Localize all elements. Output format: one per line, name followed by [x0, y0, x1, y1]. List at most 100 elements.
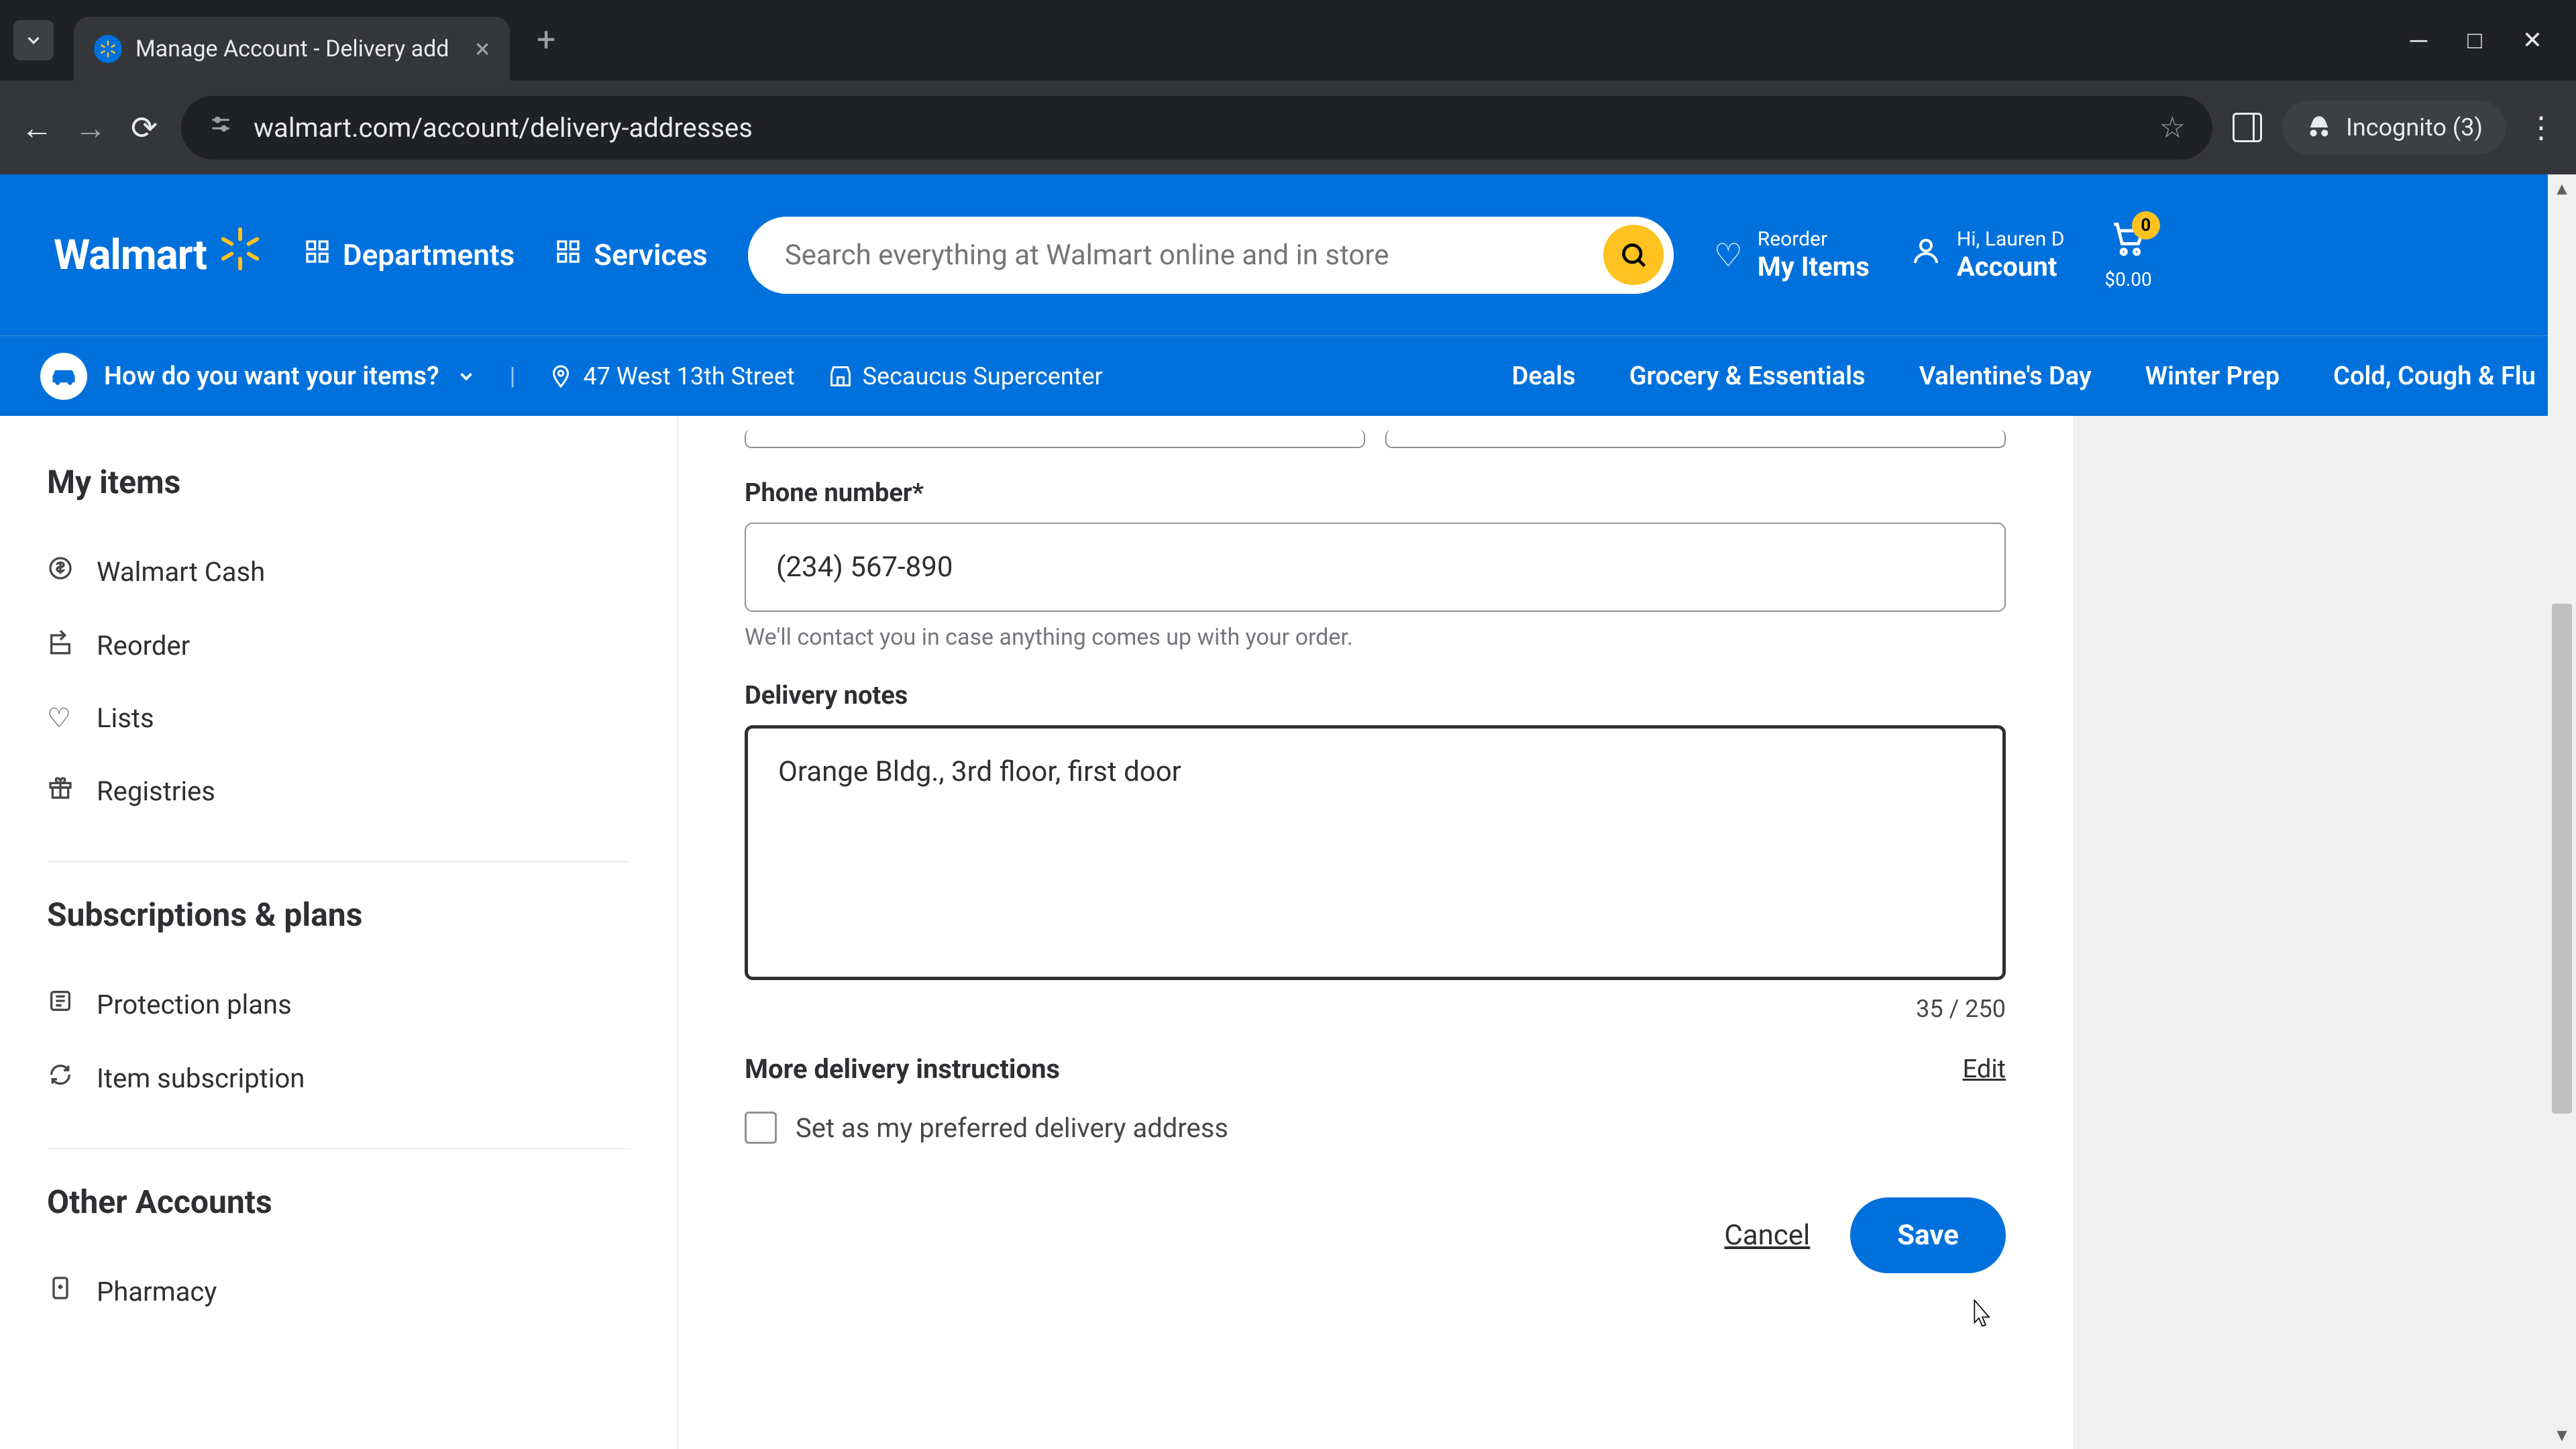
- heart-icon: ♡: [47, 702, 76, 734]
- notes-label: Delivery notes: [745, 681, 2006, 710]
- user-icon: [1910, 235, 1942, 275]
- site-settings-icon[interactable]: [208, 111, 233, 144]
- partial-input-left[interactable]: [745, 429, 1365, 448]
- side-panel-button[interactable]: [2233, 113, 2262, 142]
- scroll-thumb[interactable]: [2552, 604, 2572, 1114]
- car-icon: [40, 353, 87, 400]
- search-input[interactable]: [785, 239, 1603, 272]
- sidebar-heading-subscriptions: Subscriptions & plans: [47, 896, 630, 934]
- services-icon: [555, 238, 582, 272]
- pin-icon: [549, 364, 573, 388]
- scroll-down-arrow[interactable]: ▼: [2548, 1421, 2576, 1449]
- address-text: 47 West 13th Street: [583, 362, 794, 390]
- reload-button[interactable]: ⟳: [127, 109, 161, 147]
- url-text: walmart.com/account/delivery-addresses: [254, 112, 2139, 144]
- reorder-icon: [47, 629, 76, 662]
- phone-input[interactable]: [745, 523, 2006, 612]
- reorder-link[interactable]: ♡ Reorder My Items: [1714, 227, 1870, 282]
- sidebar-label: Protection plans: [97, 989, 292, 1020]
- services-button[interactable]: Services: [555, 237, 707, 272]
- scroll-up-arrow[interactable]: ▲: [2548, 174, 2576, 203]
- search-button[interactable]: [1603, 225, 1664, 285]
- refresh-icon: [47, 1061, 76, 1095]
- pharmacy-icon: [47, 1275, 76, 1308]
- sidebar-heading-other: Other Accounts: [47, 1183, 630, 1221]
- sidebar-label: Item subscription: [97, 1063, 305, 1094]
- preferred-address-checkbox[interactable]: [745, 1112, 777, 1144]
- browser-tab-strip: Manage Account - Delivery add × + ─ □ ✕: [0, 0, 2576, 80]
- walmart-favicon: [94, 35, 122, 63]
- close-window-button[interactable]: ✕: [2522, 26, 2542, 54]
- tab-close-button[interactable]: ×: [476, 33, 490, 64]
- intent-label: How do you want your items?: [104, 362, 439, 391]
- sidebar-item-reorder[interactable]: Reorder: [47, 608, 630, 682]
- address-form: Phone number* We'll contact you in case …: [678, 416, 2073, 1449]
- walmart-spark-icon: [217, 225, 264, 284]
- walmart-logo[interactable]: Walmart: [54, 225, 264, 284]
- subnav-link-grocery[interactable]: Grocery & Essentials: [1629, 362, 1866, 391]
- sidebar-item-walmart-cash[interactable]: Walmart Cash: [47, 535, 630, 608]
- subnav-link-deals[interactable]: Deals: [1512, 362, 1576, 391]
- departments-button[interactable]: Departments: [304, 237, 515, 272]
- sidebar-item-registries[interactable]: Registries: [47, 754, 630, 828]
- save-button[interactable]: Save: [1850, 1197, 2006, 1273]
- tab-title: Manage Account - Delivery add: [136, 36, 462, 62]
- url-input[interactable]: walmart.com/account/delivery-addresses ☆: [181, 96, 2212, 160]
- incognito-badge[interactable]: Incognito (3): [2282, 101, 2506, 154]
- sidebar-separator: [47, 1148, 630, 1149]
- account-link[interactable]: Hi, Lauren D Account: [1910, 227, 2065, 282]
- departments-label: Departments: [343, 237, 515, 272]
- content-area: My items Walmart Cash Reorder ♡ Lists: [0, 416, 2576, 1449]
- partial-inputs-row: [745, 429, 2006, 448]
- browser-tab[interactable]: Manage Account - Delivery add ×: [74, 17, 510, 80]
- forward-button[interactable]: →: [74, 109, 107, 147]
- sidebar-item-lists[interactable]: ♡ Lists: [47, 682, 630, 754]
- tab-search-button[interactable]: [13, 20, 54, 60]
- store-location[interactable]: Secaucus Supercenter: [828, 362, 1103, 390]
- cancel-button[interactable]: Cancel: [1724, 1219, 1810, 1252]
- preferred-address-label: Set as my preferred delivery address: [796, 1112, 1228, 1144]
- fulfillment-intent-button[interactable]: How do you want your items?: [40, 353, 476, 400]
- grid-icon: [304, 238, 331, 272]
- heart-icon: ♡: [1714, 236, 1743, 274]
- subnav-links: Deals Grocery & Essentials Valentine's D…: [1512, 362, 2536, 391]
- dollar-icon: [47, 555, 76, 588]
- edit-instructions-link[interactable]: Edit: [1963, 1055, 2006, 1084]
- account-greeting: Hi, Lauren D: [1957, 227, 2065, 251]
- chevron-down-icon: [456, 366, 476, 386]
- sidebar-item-pharmacy[interactable]: Pharmacy: [47, 1254, 630, 1328]
- cart-button[interactable]: 0 $0.00: [2104, 219, 2151, 290]
- minimize-button[interactable]: ─: [2410, 26, 2428, 54]
- incognito-label: Incognito (3): [2346, 113, 2483, 142]
- services-label: Services: [594, 237, 707, 272]
- subnav-link-winter[interactable]: Winter Prep: [2145, 362, 2279, 391]
- vertical-scrollbar[interactable]: ▲ ▼: [2548, 174, 2576, 1449]
- delivery-address[interactable]: 47 West 13th Street: [549, 362, 794, 390]
- gift-icon: [47, 774, 76, 808]
- window-controls: ─ □ ✕: [2410, 26, 2576, 54]
- page-content: Walmart Departments Services ♡: [0, 174, 2576, 1449]
- subnav-link-valentines[interactable]: Valentine's Day: [1919, 362, 2092, 391]
- sidebar-separator: [47, 861, 630, 862]
- sidebar-item-protection[interactable]: Protection plans: [47, 967, 630, 1041]
- sidebar-label: Lists: [97, 702, 154, 734]
- subnav-link-cold[interactable]: Cold, Cough & Flu: [2333, 362, 2536, 391]
- more-instructions-label: More delivery instructions: [745, 1053, 1060, 1085]
- back-button[interactable]: ←: [20, 109, 54, 147]
- bookmark-button[interactable]: ☆: [2159, 110, 2186, 145]
- shield-icon: [47, 987, 76, 1021]
- char-count: 35 / 250: [745, 995, 2006, 1023]
- store-icon: [828, 364, 853, 388]
- phone-hint: We'll contact you in case anything comes…: [745, 624, 2006, 651]
- store-text: Secaucus Supercenter: [863, 362, 1103, 390]
- partial-input-right[interactable]: [1385, 429, 2006, 448]
- delivery-notes-input[interactable]: [745, 725, 2006, 980]
- walmart-header: Walmart Departments Services ♡: [0, 174, 2576, 335]
- sidebar-item-subscription[interactable]: Item subscription: [47, 1041, 630, 1115]
- maximize-button[interactable]: □: [2467, 26, 2482, 54]
- new-tab-button[interactable]: +: [537, 21, 555, 60]
- browser-menu-button[interactable]: ⋮: [2526, 110, 2556, 145]
- logo-text: Walmart: [54, 231, 207, 280]
- sidebar-label: Pharmacy: [97, 1276, 217, 1307]
- account-sidebar: My items Walmart Cash Reorder ♡ Lists: [0, 416, 678, 1449]
